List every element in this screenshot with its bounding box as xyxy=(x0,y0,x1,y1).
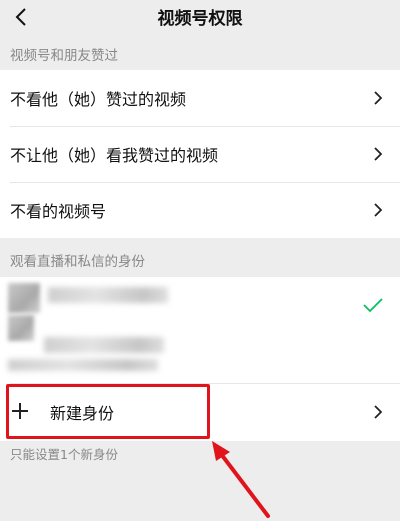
row-blocked-channels[interactable]: 不看的视频号 xyxy=(0,182,400,238)
row-hide-their-liked-videos[interactable]: 不看他（她）赞过的视频 xyxy=(0,70,400,126)
avatar xyxy=(8,315,34,341)
likes-card: 不看他（她）赞过的视频 不让他（她）看我赞过的视频 不看的视频号 xyxy=(0,70,400,238)
identity-option-current[interactable] xyxy=(0,277,400,383)
row-label: 不看的视频号 xyxy=(10,202,107,221)
identity-detail-blurred xyxy=(44,337,164,353)
identity-name-blurred xyxy=(48,287,168,303)
chevron-right-icon xyxy=(374,91,383,105)
row-label: 不看他（她）赞过的视频 xyxy=(10,90,187,109)
chevron-right-icon xyxy=(374,405,383,419)
new-identity-footnote: 只能设置1个新身份 xyxy=(10,447,118,462)
section-header-likes: 视频号和朋友赞过 xyxy=(10,48,118,64)
checkmark-icon xyxy=(363,298,383,313)
chevron-right-icon xyxy=(374,203,383,217)
chevron-right-icon xyxy=(374,147,383,161)
identity-detail-blurred xyxy=(8,359,158,371)
avatar xyxy=(8,283,40,313)
nav-bar: 视频号权限 xyxy=(0,0,400,40)
row-hide-my-liked-videos[interactable]: 不让他（她）看我赞过的视频 xyxy=(0,126,400,182)
row-label: 不让他（她）看我赞过的视频 xyxy=(10,146,219,165)
section-header-identity: 观看直播和私信的身份 xyxy=(10,254,145,270)
page-title: 视频号权限 xyxy=(157,9,243,29)
annotation-highlight-box xyxy=(6,384,210,439)
